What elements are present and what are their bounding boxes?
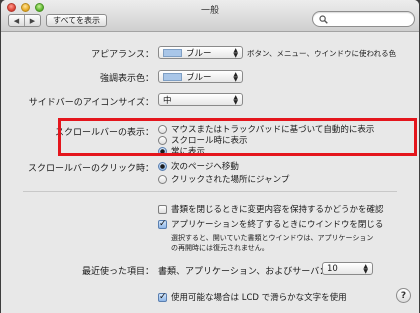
forward-arrow-icon: ▶ xyxy=(29,16,36,25)
back-button[interactable]: ◀ xyxy=(9,15,25,26)
search-input[interactable] xyxy=(331,13,415,27)
section-divider xyxy=(23,191,397,192)
appearance-note: ボタン、メニュー、ウインドウに使われる色 xyxy=(247,49,397,58)
recent-items-value: 10 xyxy=(327,263,338,274)
checkbox-ask-keep-changes[interactable]: 書類を閉じるときに変更内容を保持するかどうかを確認 xyxy=(158,203,384,215)
checkbox-label: アプリケーションを終了するときにウインドウを閉じる xyxy=(171,220,384,230)
preferences-window: 一般 ◀ ▶ すべてを表示 アピアランス： ブルー ▲ ▼ ボタン、メニュー、ウイ… xyxy=(1,0,419,313)
blue-swatch-icon xyxy=(163,72,182,81)
highlight-popup[interactable]: ブルー ▲ ▼ xyxy=(158,70,243,83)
checkmark-icon: ✓ xyxy=(158,218,167,229)
popup-arrows-icon: ▲ ▼ xyxy=(233,46,238,59)
radio-label: クリックされた場所にジャンプ xyxy=(171,175,290,185)
search-field[interactable] xyxy=(312,11,415,27)
radio-jump-next-page[interactable]: 次のページへ移動 xyxy=(158,160,239,172)
recent-items-popup[interactable]: 10 ▲ ▼ xyxy=(322,262,373,275)
checkbox-close-windows[interactable]: ✓ アプリケーションを終了するときにウインドウを閉じる xyxy=(158,218,383,230)
back-forward-control: ◀ ▶ xyxy=(8,14,41,27)
show-all-button[interactable]: すべてを表示 xyxy=(46,14,107,27)
radio-button-selected-icon xyxy=(158,161,167,171)
radio-button-icon xyxy=(158,174,167,184)
back-arrow-icon: ◀ xyxy=(13,16,20,25)
highlight-value: ブルー xyxy=(186,72,212,83)
checkbox-icon xyxy=(158,204,167,214)
popup-arrows-icon: ▲ ▼ xyxy=(363,262,368,275)
scrollbar-click-label: スクロールバーのクリック時： xyxy=(27,164,154,174)
popup-arrows-icon: ▲ ▼ xyxy=(233,70,238,83)
highlight-annotation-box xyxy=(58,118,417,156)
title-bar: 一般 ◀ ▶ すべてを表示 xyxy=(1,0,419,32)
sidebar-icon-size-label: サイドバーのアイコンサイズ： xyxy=(28,98,154,108)
blue-swatch-icon xyxy=(163,48,182,57)
close-windows-note: の再開時には復元されません。 xyxy=(171,244,269,252)
search-icon xyxy=(319,15,328,24)
close-windows-note: 選択すると、開いていた書類とウインドウは、アプリケーション xyxy=(171,234,374,242)
highlight-label: 強調表示色： xyxy=(99,74,154,84)
popup-arrows-icon: ▲ ▼ xyxy=(233,93,238,106)
checkbox-label: 使用可能な場合は LCD で滑らかな文字を使用 xyxy=(171,293,347,303)
forward-button[interactable]: ▶ xyxy=(25,15,40,26)
recent-items-suffix: 書類、アプリケーション、およびサーバ： xyxy=(158,267,329,277)
radio-label: 次のページへ移動 xyxy=(171,162,239,172)
appearance-label: アピアランス： xyxy=(91,50,154,60)
appearance-popup[interactable]: ブルー ▲ ▼ xyxy=(158,46,243,59)
radio-jump-clicked-spot[interactable]: クリックされた場所にジャンプ xyxy=(158,173,289,185)
checkbox-lcd-smoothing[interactable]: ✓ 使用可能な場合は LCD で滑らかな文字を使用 xyxy=(158,291,347,303)
checkbox-label: 書類を閉じるときに変更内容を保持するかどうかを確認 xyxy=(171,205,384,215)
sidebar-icon-size-value: 中 xyxy=(163,95,172,106)
appearance-value: ブルー xyxy=(186,48,212,59)
checkmark-icon: ✓ xyxy=(158,291,167,302)
sidebar-icon-size-popup[interactable]: 中 ▲ ▼ xyxy=(158,93,243,106)
help-button[interactable]: ? xyxy=(396,288,411,303)
recent-items-label: 最近使った項目： xyxy=(81,267,154,277)
